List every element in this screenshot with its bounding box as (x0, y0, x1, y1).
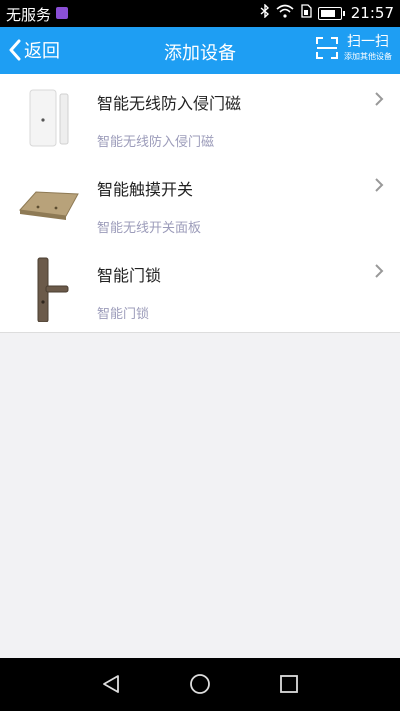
device-desc: 智能无线开关面板 (97, 221, 202, 236)
scan-label: 扫一扫 (347, 34, 389, 50)
device-desc: 智能门锁 (97, 307, 150, 322)
clock: 21:57 (350, 4, 394, 22)
home-nav-icon[interactable] (189, 673, 211, 695)
device-row-door-sensor[interactable]: 智能无线防入侵门磁 智能无线防入侵门磁 (0, 74, 400, 160)
device-row-touch-switch[interactable]: 智能触摸开关 智能无线开关面板 (0, 160, 400, 246)
status-bar: 无服务 21:57 (0, 0, 400, 27)
device-name: 智能触摸开关 (97, 180, 194, 199)
scan-sublabel: 添加其他设备 (344, 52, 392, 61)
scan-button[interactable]: 扫一扫 添加其他设备 (316, 33, 392, 63)
device-name: 智能无线防入侵门磁 (97, 94, 242, 113)
device-desc: 智能无线防入侵门磁 (97, 135, 215, 150)
recents-nav-icon[interactable] (278, 673, 300, 695)
bluetooth-icon (260, 3, 270, 22)
navigation-bar (0, 658, 400, 711)
gallery-notification-icon (56, 7, 68, 19)
chevron-right-icon (375, 178, 384, 192)
sim-icon (300, 4, 312, 22)
scan-icon (316, 37, 338, 59)
door-sensor-icon (29, 89, 69, 147)
chevron-right-icon (375, 264, 384, 278)
back-nav-icon[interactable] (100, 673, 122, 695)
touch-switch-icon (18, 191, 79, 220)
status-icons: 21:57 (260, 3, 394, 22)
chevron-right-icon (375, 92, 384, 106)
wifi-icon (276, 4, 294, 22)
carrier-label: 无服务 (6, 6, 52, 24)
header-bar: 返回 添加设备 扫一扫 添加其他设备 (0, 27, 400, 74)
battery-icon (317, 6, 345, 20)
door-lock-icon (37, 257, 69, 322)
device-list: 智能无线防入侵门磁 智能无线防入侵门磁 智能触摸开关 智能无线开关面板 智能门锁… (0, 74, 400, 333)
device-name: 智能门锁 (97, 266, 162, 285)
device-row-door-lock[interactable]: 智能门锁 智能门锁 (0, 246, 400, 332)
